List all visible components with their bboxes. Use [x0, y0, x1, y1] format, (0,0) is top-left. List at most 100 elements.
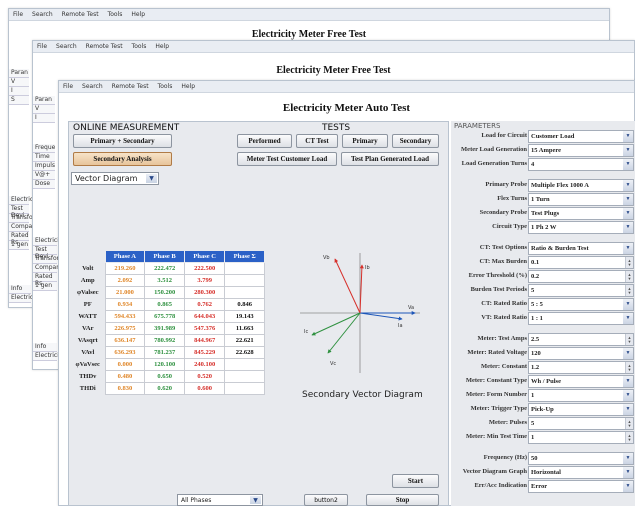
parameter-row: Primary Probe Multiple Flex 1000 A ▼ — [451, 179, 635, 192]
spinner-arrows-icon[interactable]: ▲ ▼ — [625, 362, 633, 373]
row-label: VAvl — [71, 346, 105, 359]
parameter-stepper[interactable]: 1 ▲ ▼ — [528, 431, 634, 444]
chevron-down-icon[interactable]: ▼ — [623, 313, 633, 324]
chevron-down-icon[interactable]: ▼ — [623, 376, 633, 387]
parameter-value: 15 Ampere — [531, 147, 562, 154]
menu-help[interactable]: Help — [131, 11, 145, 18]
parameter-stepper[interactable]: 0.1 ▲ ▼ — [528, 256, 634, 269]
cell-phase-sum: 11.663 — [224, 322, 265, 335]
parameter-value: Test Plugs — [531, 210, 560, 217]
spinner-arrows-icon[interactable]: ▲ ▼ — [625, 271, 633, 282]
cell-phase-c: 240.100 — [183, 358, 226, 371]
chevron-down-icon[interactable]: ▼ — [623, 404, 633, 415]
parameter-dropdown[interactable]: 1 Ph 2 W ▼ — [528, 221, 634, 234]
cell-phase-a: 0.934 — [104, 298, 146, 311]
cell-phase-a: 21.000 — [104, 286, 146, 299]
chevron-down-icon[interactable]: ▼ — [623, 180, 633, 191]
chevron-down-icon[interactable]: ▼ — [623, 131, 633, 142]
parameter-dropdown[interactable]: Ratio & Burden Test ▼ — [528, 242, 634, 255]
cell-phase-c: 644.043 — [183, 310, 226, 323]
parameter-dropdown[interactable]: 5 : 5 ▼ — [528, 298, 634, 311]
cell-phase-b: 0.865 — [144, 298, 185, 311]
chevron-down-icon[interactable]: ▼ — [623, 348, 633, 359]
parameter-label: Meter: Rated Voltage — [467, 349, 527, 356]
secondary-analysis-button[interactable]: Secondary Analysis — [73, 152, 172, 166]
primary-button[interactable]: Primary — [342, 134, 388, 148]
parameter-label: Meter: Constant — [480, 363, 527, 370]
cell-phase-b: 3.512 — [144, 274, 185, 287]
parameter-stepper[interactable]: 0.2 ▲ ▼ — [528, 270, 634, 283]
parameter-dropdown[interactable]: Pick-Up ▼ — [528, 403, 634, 416]
menu-tools[interactable]: Tools — [158, 83, 173, 90]
parameter-dropdown[interactable]: 1 Turn ▼ — [528, 193, 634, 206]
view-select[interactable]: Vector Diagram ▼ — [71, 172, 159, 185]
menu-file[interactable]: File — [13, 11, 23, 18]
spinner-arrows-icon[interactable]: ▲ ▼ — [625, 285, 633, 296]
parameter-dropdown[interactable]: Error ▼ — [528, 480, 634, 493]
cell-phase-c: 547.376 — [183, 322, 226, 335]
parameter-stepper[interactable]: 1.2 ▲ ▼ — [528, 361, 634, 374]
performed-button[interactable]: Performed — [237, 134, 292, 148]
parameter-dropdown[interactable]: 1 ▼ — [528, 389, 634, 402]
chevron-down-icon[interactable]: ▼ — [623, 208, 633, 219]
parameter-dropdown[interactable]: Test Plugs ▼ — [528, 207, 634, 220]
menu-remote-test[interactable]: Remote Test — [62, 11, 99, 18]
cell-phase-a: 219.260 — [104, 262, 146, 275]
parameter-stepper[interactable]: 5 ▲ ▼ — [528, 284, 634, 297]
cell-phase-sum: 22.628 — [224, 346, 265, 359]
menu-file[interactable]: File — [63, 83, 73, 90]
menu-bar: File Search Remote Test Tools Help — [59, 81, 634, 93]
parameter-dropdown[interactable]: Horizontal ▼ — [528, 466, 634, 479]
table-row: PF 0.934 0.865 0.762 0.846 — [71, 298, 265, 311]
secondary-button[interactable]: Secondary — [392, 134, 439, 148]
cell-phase-a: 636.147 — [104, 334, 146, 347]
parameter-label: Meter: Test Amps — [477, 335, 527, 342]
chevron-down-icon[interactable]: ▼ — [623, 194, 633, 205]
button2[interactable]: button2 — [304, 494, 348, 506]
spinner-arrows-icon[interactable]: ▲ ▼ — [625, 418, 633, 429]
parameter-dropdown[interactable]: 15 Ampere ▼ — [528, 144, 634, 157]
chevron-down-icon[interactable]: ▼ — [623, 159, 633, 170]
cell-phase-b: 222.472 — [144, 262, 185, 275]
menu-tools[interactable]: Tools — [108, 11, 123, 18]
parameter-dropdown[interactable]: Wh / Pulse ▼ — [528, 375, 634, 388]
menu-search[interactable]: Search — [82, 83, 103, 90]
cell-phase-b: 675.778 — [144, 310, 185, 323]
menu-remote-test[interactable]: Remote Test — [112, 83, 149, 90]
parameter-stepper[interactable]: 2.5 ▲ ▼ — [528, 333, 634, 346]
parameter-dropdown[interactable]: 120 ▼ — [528, 347, 634, 360]
parameter-dropdown[interactable]: 4 ▼ — [528, 158, 634, 171]
spinner-arrows-icon[interactable]: ▲ ▼ — [625, 257, 633, 268]
vector-label-ib: Ib — [365, 265, 370, 271]
parameter-dropdown[interactable]: 1 : 1 ▼ — [528, 312, 634, 325]
parameter-dropdown[interactable]: 50 ▼ — [528, 452, 634, 465]
vector-label-va: Va — [408, 305, 414, 311]
parameter-stepper[interactable]: 5 ▲ ▼ — [528, 417, 634, 430]
stop-button[interactable]: Stop — [366, 494, 439, 506]
spinner-arrows-icon[interactable]: ▲ ▼ — [625, 334, 633, 345]
start-button[interactable]: Start — [392, 474, 439, 488]
phase-select[interactable]: All Phases ▼ — [177, 494, 263, 506]
chevron-down-icon[interactable]: ▼ — [623, 222, 633, 233]
menu-search[interactable]: Search — [32, 11, 53, 18]
parameter-dropdown[interactable]: Multiple Flex 1000 A ▼ — [528, 179, 634, 192]
spinner-arrows-icon[interactable]: ▲ ▼ — [625, 432, 633, 443]
parameter-dropdown[interactable]: Customer Load ▼ — [528, 130, 634, 143]
ghost-sidebar: Paran V I — [33, 81, 55, 123]
table-row: φVaVsec 0.000 120.100 240.100 — [71, 358, 265, 371]
table-row: φValsec 21.000 150.200 280.300 — [71, 286, 265, 299]
chevron-down-icon[interactable]: ▼ — [623, 390, 633, 401]
chevron-down-icon[interactable]: ▼ — [623, 481, 633, 492]
ct-test-button[interactable]: CT Test — [296, 134, 338, 148]
test-plan-generated-load-button[interactable]: Test Plan Generated Load — [341, 152, 439, 166]
chevron-down-icon[interactable]: ▼ — [623, 299, 633, 310]
chevron-down-icon[interactable]: ▼ — [623, 467, 633, 478]
cell-phase-c: 0.600 — [183, 382, 226, 395]
parameter-label: Circuit Type — [492, 223, 527, 230]
chevron-down-icon[interactable]: ▼ — [623, 145, 633, 156]
menu-help[interactable]: Help — [181, 83, 195, 90]
chevron-down-icon[interactable]: ▼ — [623, 453, 633, 464]
chevron-down-icon[interactable]: ▼ — [623, 243, 633, 254]
primary-secondary-button[interactable]: Primary + Secondary — [73, 134, 172, 148]
meter-test-customer-load-button[interactable]: Meter Test Customer Load — [237, 152, 337, 166]
